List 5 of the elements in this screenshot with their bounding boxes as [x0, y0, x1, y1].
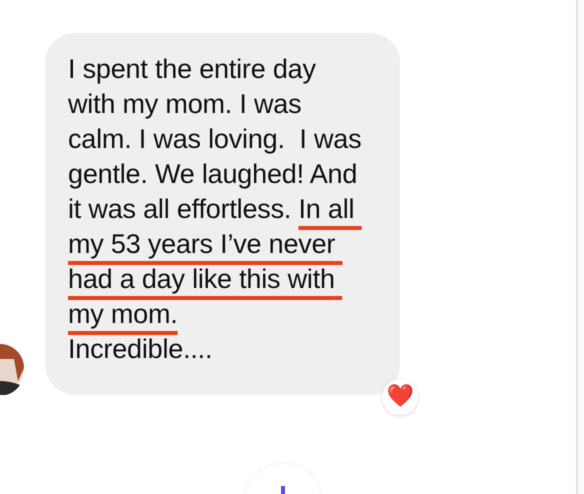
closing-text: Incredible....: [68, 333, 214, 366]
message-text: I spent the entire day with my mom. I was calm. I was loving. I was gentle. We laughed! And it was all effortless. In all my 53 years I’ve never had a day like this with my mom.: [68, 53, 362, 331]
heart-reaction[interactable]: ❤: [382, 379, 418, 415]
avatar: [0, 341, 24, 395]
scrollbar[interactable]: [576, 0, 584, 494]
